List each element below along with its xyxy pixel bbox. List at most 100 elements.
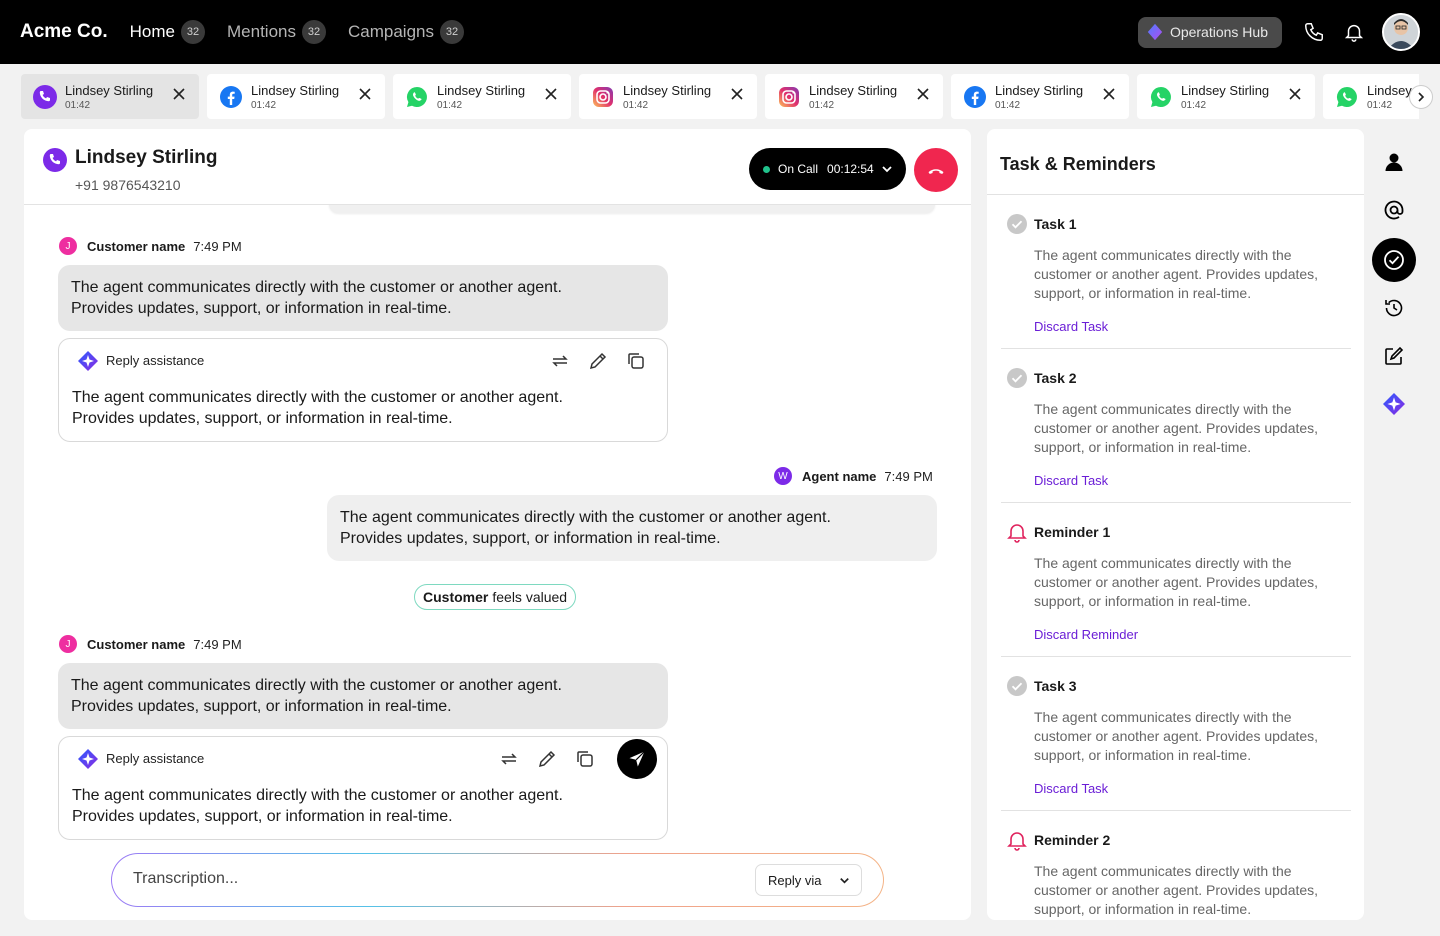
tab-conversation[interactable]: Lindsey Stirling01:42 xyxy=(1323,74,1419,119)
nav-campaigns-count: 32 xyxy=(439,20,464,44)
tab-conversation[interactable]: Lindsey Stirling01:42 xyxy=(207,74,385,119)
tab-conversation[interactable]: Lindsey Stirling01:42 xyxy=(393,74,571,119)
avatar[interactable] xyxy=(1382,13,1420,51)
contact-phone: +91 9876543210 xyxy=(75,177,181,193)
discard-reminder-link[interactable]: Discard Reminder xyxy=(1034,627,1138,642)
call-status-label: On Call xyxy=(778,162,819,176)
discard-task-link[interactable]: Discard Task xyxy=(1034,319,1108,334)
customer-message-bubble: The agent communicates directly with the… xyxy=(58,265,668,331)
nav-mentions[interactable]: Mentions 32 xyxy=(227,20,326,44)
conversation-panel: Lindsey Stirling +91 9876543210 On Call … xyxy=(24,129,971,920)
edit-icon[interactable] xyxy=(536,748,558,770)
chevron-down-icon xyxy=(882,166,892,173)
sentiment-badge: Customer feels valued xyxy=(414,584,577,610)
nav-home[interactable]: Home 32 xyxy=(130,20,205,44)
mention-icon[interactable] xyxy=(1372,188,1416,232)
top-navbar: Acme Co. Home 32 Mentions 32 Campaigns 3… xyxy=(0,0,1440,64)
reply-via-dropdown[interactable]: Reply via xyxy=(755,864,862,896)
message-header: W Agent name 7:49 PM xyxy=(774,467,933,485)
reply-text-line: Provides updates, support, or informatio… xyxy=(72,808,453,825)
edit-icon[interactable] xyxy=(587,350,609,372)
conversation-header: Lindsey Stirling +91 9876543210 On Call … xyxy=(24,129,971,205)
tab-conversation[interactable]: Lindsey Stirling01:42 xyxy=(21,74,199,119)
contact-icon[interactable] xyxy=(1372,140,1416,184)
facebook-icon xyxy=(964,85,986,108)
customer-message-bubble: The agent communicates directly with the… xyxy=(58,663,668,729)
agent-avatar: W xyxy=(774,467,792,485)
tasks-reminders-panel: Task & Reminders Task 1 The agent commun… xyxy=(987,129,1364,920)
task-description: The agent communicates directly with the… xyxy=(1034,247,1319,301)
nav-home-count: 32 xyxy=(181,20,205,44)
discard-task-link[interactable]: Discard Task xyxy=(1034,781,1108,796)
tabs-scroll-right-button[interactable] xyxy=(1409,85,1433,109)
task-title: Task 3 xyxy=(1034,678,1077,694)
check-circle-icon[interactable] xyxy=(1006,213,1028,235)
whatsapp-icon xyxy=(1337,86,1357,107)
transcription-placeholder[interactable]: Transcription... xyxy=(133,870,238,888)
reminder-bell-icon xyxy=(1007,524,1027,543)
message-text-line: The agent communicates directly with the… xyxy=(71,677,562,694)
copy-icon[interactable] xyxy=(625,350,647,372)
tab-conversation[interactable]: Lindsey Stirling01:42 xyxy=(765,74,943,119)
tab-time: 01:42 xyxy=(623,99,649,111)
task-item: Task 1 The agent communicates directly w… xyxy=(987,195,1364,349)
message-text-line: Provides updates, support, or informatio… xyxy=(71,698,452,715)
message-author: Customer name xyxy=(87,238,186,254)
reminder-bell-icon xyxy=(1007,832,1027,851)
tab-time: 01:42 xyxy=(1181,99,1207,111)
close-icon[interactable] xyxy=(357,86,373,102)
task-title: Task 2 xyxy=(1034,370,1077,386)
send-button[interactable] xyxy=(617,739,657,779)
phone-icon[interactable] xyxy=(1302,20,1326,44)
call-status-dropdown[interactable]: On Call 00:12:54 xyxy=(749,148,906,190)
message-text-line: The agent communicates directly with the… xyxy=(340,509,831,526)
tab-conversation[interactable]: Lindsey Stirling01:42 xyxy=(951,74,1129,119)
close-icon[interactable] xyxy=(1101,86,1117,102)
close-icon[interactable] xyxy=(915,86,931,102)
facebook-icon xyxy=(220,85,242,108)
agent-message-bubble: The agent communicates directly with the… xyxy=(327,495,937,561)
phone-channel-icon xyxy=(43,148,67,172)
check-circle-icon[interactable] xyxy=(1006,367,1028,389)
nav-home-label: Home xyxy=(129,22,175,41)
task-item: Task 3 The agent communicates directly w… xyxy=(987,657,1364,811)
tab-contact-name: Lindsey Stirling xyxy=(1181,82,1270,98)
tab-time: 01:42 xyxy=(809,99,835,111)
tab-time: 01:42 xyxy=(995,99,1021,111)
close-icon[interactable] xyxy=(729,86,745,102)
reminder-title: Reminder 1 xyxy=(1034,524,1111,540)
history-icon[interactable] xyxy=(1372,286,1416,330)
task-check-icon[interactable] xyxy=(1372,238,1416,282)
tab-contact-name: Lindsey Stirling xyxy=(65,82,154,98)
regenerate-icon[interactable] xyxy=(549,350,571,372)
reply-assistance-text: The agent communicates directly with the… xyxy=(72,387,652,429)
regenerate-icon[interactable] xyxy=(498,748,520,770)
ai-sparkle-icon[interactable] xyxy=(1372,382,1416,426)
transcription-composer[interactable]: Transcription... Reply via xyxy=(111,853,884,907)
nav-campaigns[interactable]: Campaigns 32 xyxy=(348,20,464,44)
discard-task-link[interactable]: Discard Task xyxy=(1034,473,1108,488)
whatsapp-icon xyxy=(407,86,427,107)
check-circle-icon[interactable] xyxy=(1006,675,1028,697)
chevron-down-icon xyxy=(840,878,849,884)
reply-assistance-title: Reply assistance xyxy=(106,751,205,766)
hang-up-button[interactable] xyxy=(914,148,958,192)
operations-hub-button[interactable]: Operations Hub xyxy=(1137,16,1282,48)
call-timer: 00:12:54 xyxy=(827,162,874,176)
tab-conversation[interactable]: Lindsey Stirling01:42 xyxy=(1137,74,1315,119)
bell-icon[interactable] xyxy=(1342,20,1366,44)
tab-contact-name: Lindsey Stirling xyxy=(251,82,340,98)
contact-name: Lindsey Stirling xyxy=(75,147,218,168)
chevron-right-icon xyxy=(1418,92,1425,102)
close-icon[interactable] xyxy=(543,86,559,102)
close-icon[interactable] xyxy=(171,86,187,102)
close-icon[interactable] xyxy=(1287,86,1303,102)
task-item: Task 2 The agent communicates directly w… xyxy=(987,349,1364,503)
copy-icon[interactable] xyxy=(574,748,596,770)
brand-logo[interactable]: Acme Co. xyxy=(20,21,108,43)
edit-icon[interactable] xyxy=(1372,334,1416,378)
tab-time: 01:42 xyxy=(251,99,277,111)
tab-conversation[interactable]: Lindsey Stirling01:42 xyxy=(579,74,757,119)
reply-text-line: The agent communicates directly with the… xyxy=(72,389,563,406)
task-title: Task 1 xyxy=(1034,216,1077,232)
